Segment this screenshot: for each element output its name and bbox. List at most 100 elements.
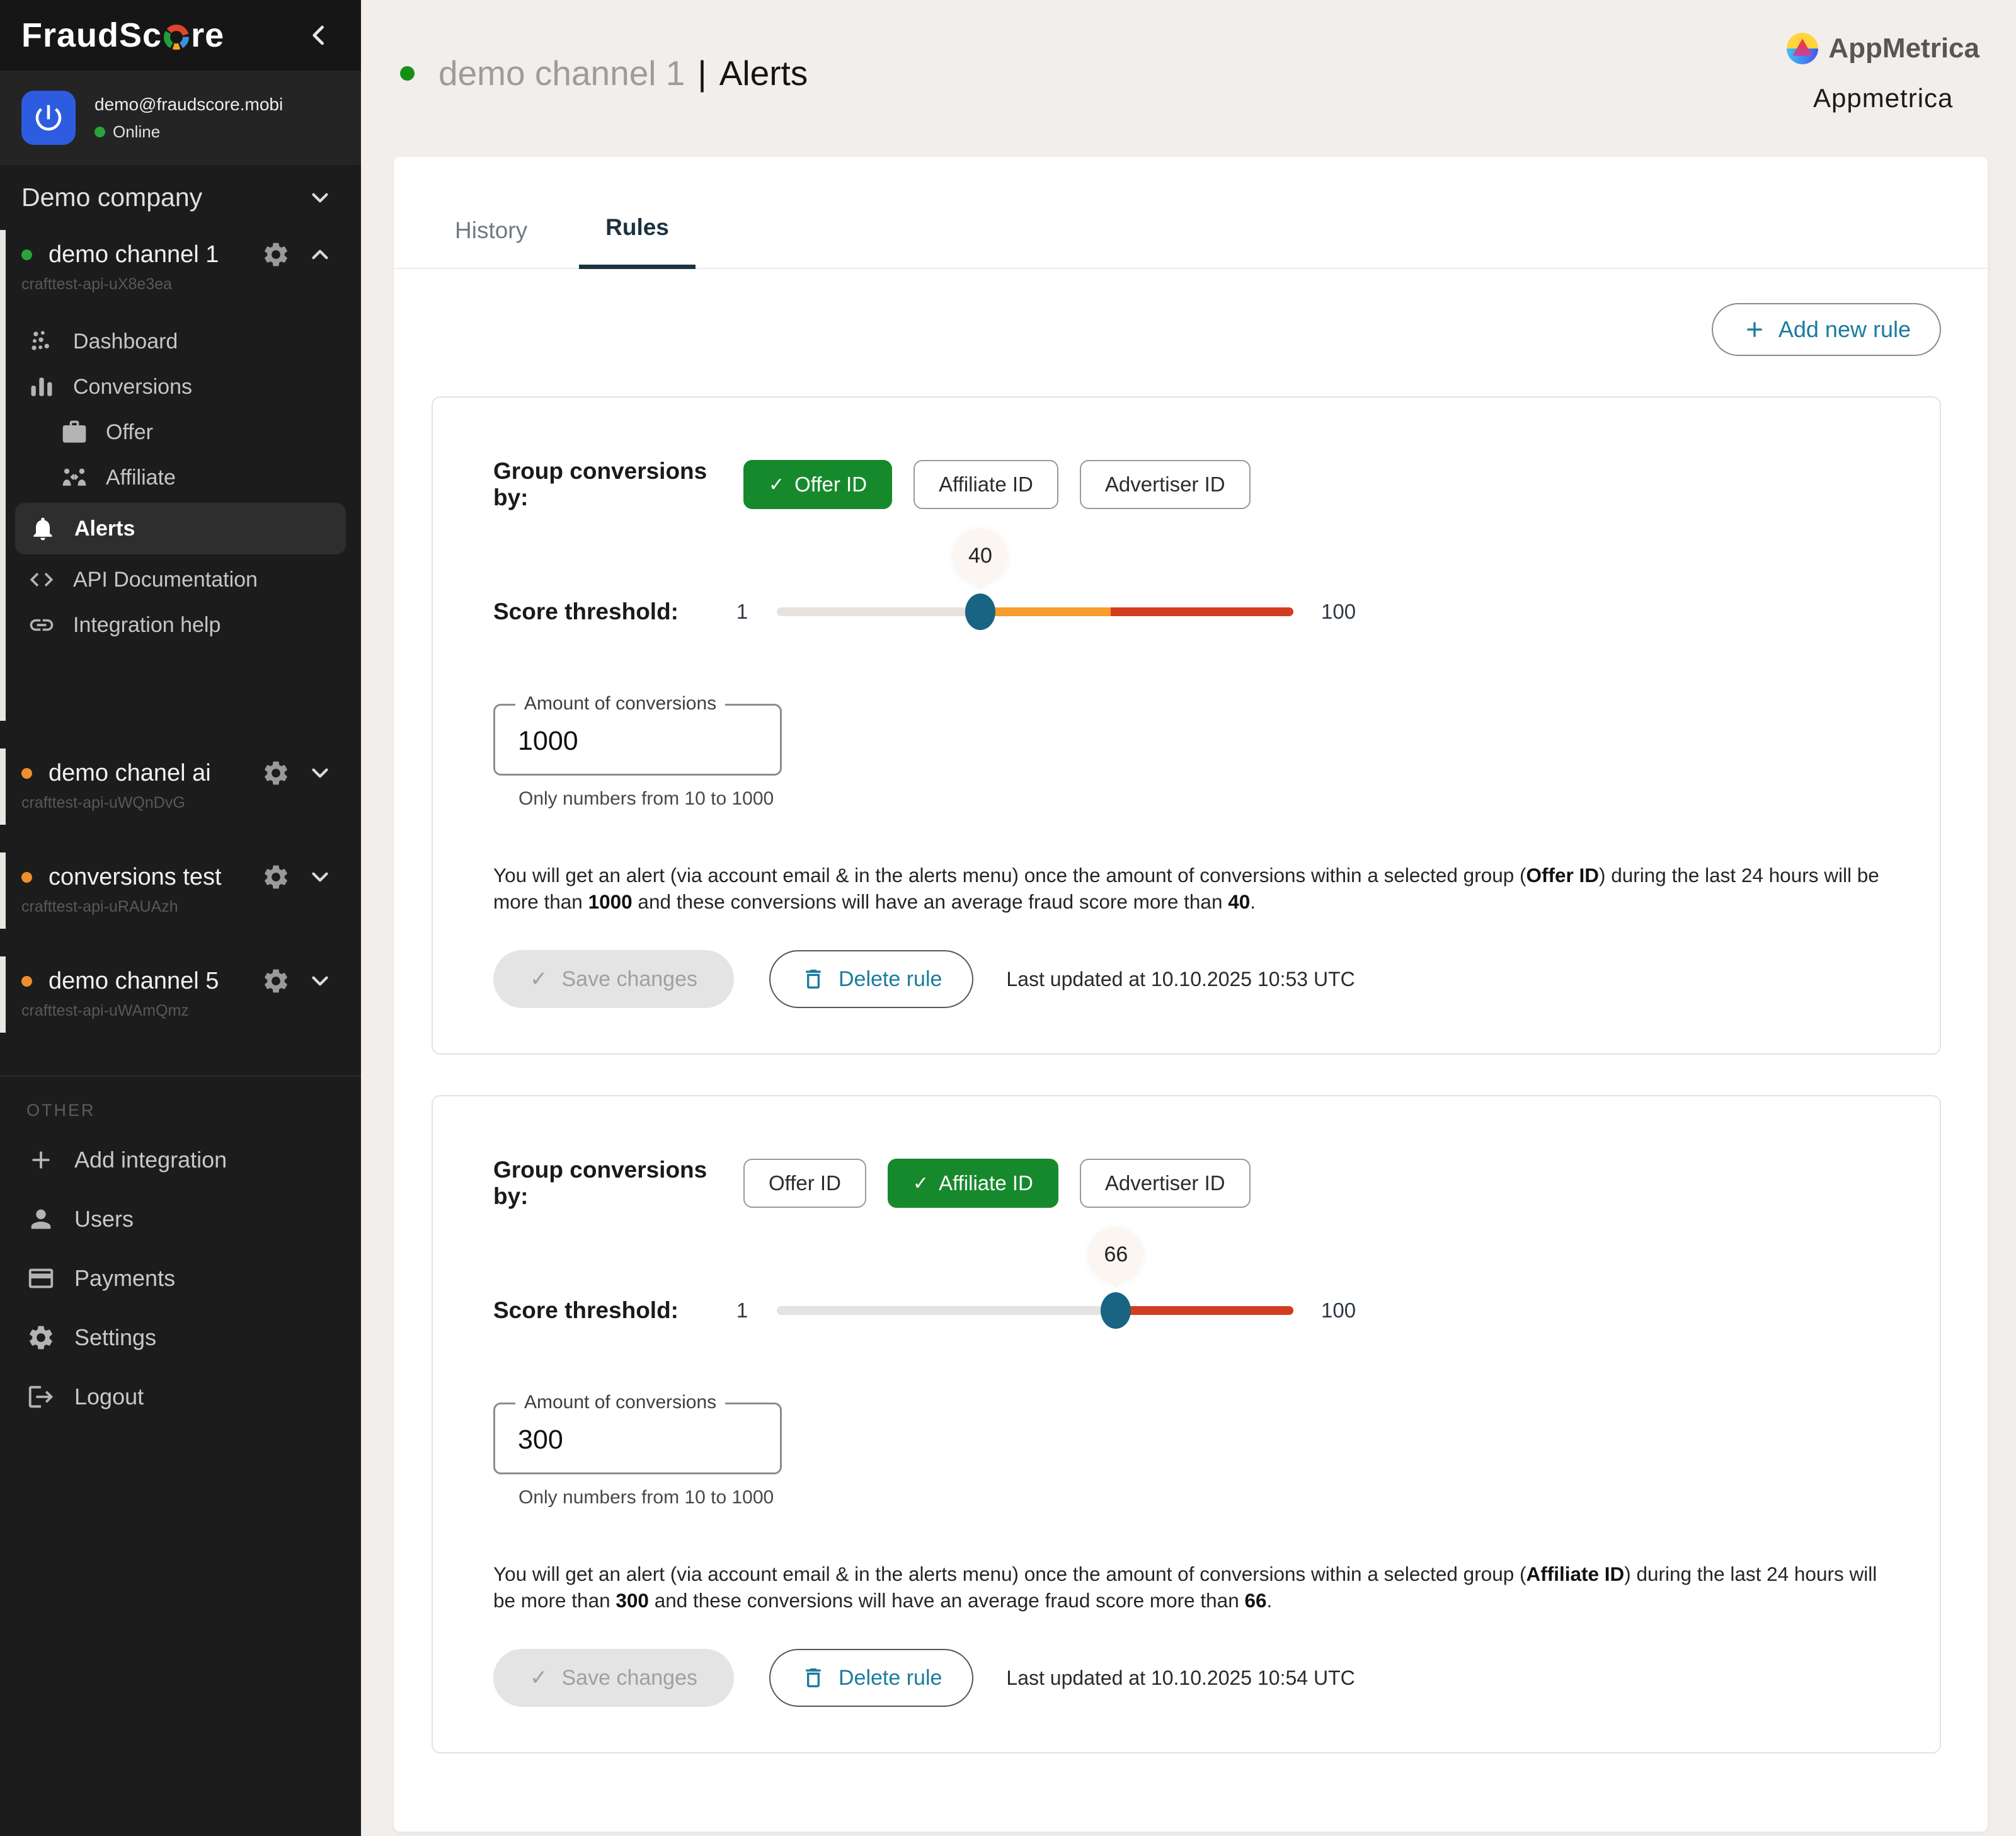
partner-name-label: Appmetrica <box>1787 83 1979 113</box>
online-status-label: Online <box>113 122 160 142</box>
handshake-icon <box>28 611 55 639</box>
slider-red-zone <box>1116 1306 1293 1315</box>
amount-of-conversions-field[interactable]: Amount of conversions 1000 <box>493 704 782 776</box>
group-option-offer-id[interactable]: ✓Offer ID <box>743 460 892 509</box>
channel-header[interactable]: demo channel 1 crafttest-api-uX8e3ea <box>0 240 361 294</box>
check-icon: ✓ <box>913 1173 929 1195</box>
company-selector[interactable]: Demo company <box>0 165 361 227</box>
field-label: Amount of conversions <box>515 1392 725 1413</box>
slider-handle[interactable] <box>965 594 995 630</box>
panel-body: Add new rule Group conversions by: ✓Offe… <box>394 303 1988 1753</box>
sidebar-item-api-documentation[interactable]: API Documentation <box>0 557 361 602</box>
score-tooltip: 40 <box>953 528 1008 583</box>
check-icon: ✓ <box>769 474 784 496</box>
tab-rules[interactable]: Rules <box>579 214 696 269</box>
last-updated-label: Last updated at 10.10.2025 10:54 UTC <box>1006 1667 1354 1690</box>
channel-header[interactable]: conversions test crafttest-api-uRAUAzh <box>0 863 361 916</box>
score-threshold-slider[interactable]: 66 <box>777 1306 1293 1315</box>
score-threshold-slider[interactable]: 40 <box>777 607 1293 616</box>
page-title-pipe: | <box>697 53 706 93</box>
add-new-rule-button[interactable]: Add new rule <box>1712 303 1941 356</box>
save-changes-button[interactable]: ✓Save changes <box>493 1649 734 1707</box>
appmetrica-logo-text: AppMetrica <box>1828 33 1979 64</box>
group-option-affiliate-id[interactable]: ✓Affiliate ID <box>888 1159 1058 1208</box>
sidebar: FraudScre demo@fraudscore.mobi Online De… <box>0 0 361 1836</box>
sidebar-collapse-icon[interactable] <box>306 21 333 49</box>
sidebar-item-dashboard[interactable]: Dashboard <box>0 319 361 364</box>
sidebar-item-integration-help[interactable]: Integration help <box>0 602 361 648</box>
slider-min-label: 1 <box>707 1299 777 1322</box>
channel-api-key: crafttest-api-uX8e3ea <box>21 275 333 294</box>
gear-icon[interactable] <box>261 240 290 269</box>
slider-red-zone <box>1111 607 1293 616</box>
tab-bar: History Rules <box>394 157 1988 269</box>
sidebar-item-users[interactable]: Users <box>0 1190 361 1249</box>
people-icon <box>60 464 88 491</box>
check-icon: ✓ <box>530 967 548 992</box>
group-option-affiliate-id[interactable]: ✓Affiliate ID <box>914 460 1058 509</box>
group-option-advertiser-id[interactable]: ✓Advertiser ID <box>1080 460 1251 509</box>
dashboard-icon <box>28 328 55 355</box>
slider-max-label: 100 <box>1321 1299 1356 1322</box>
chevron-down-icon[interactable] <box>307 760 333 786</box>
alerts-panel: History Rules Add new rule Group convers… <box>394 157 1988 1832</box>
channel-section-demo-channel-1: demo channel 1 crafttest-api-uX8e3ea Das… <box>0 227 361 723</box>
sidebar-item-logout[interactable]: Logout <box>0 1367 361 1426</box>
tab-history[interactable]: History <box>428 217 554 268</box>
plus-icon <box>1742 317 1767 342</box>
score-threshold-label: Score threshold: <box>493 599 707 625</box>
gear-icon[interactable] <box>261 759 290 788</box>
field-helper-text: Only numbers from 10 to 1000 <box>518 1487 1879 1508</box>
chevron-up-icon[interactable] <box>307 241 333 268</box>
brand-text-start: FraudSc <box>21 16 162 55</box>
group-by-label: Group conversions by: <box>493 1157 722 1210</box>
channel-status-dot <box>400 66 415 81</box>
channel-status-dot <box>21 250 32 260</box>
delete-rule-button[interactable]: Delete rule <box>769 950 973 1008</box>
online-status-dot <box>94 127 105 137</box>
channel-header[interactable]: demo channel 5 crafttest-api-uWAmQmz <box>0 967 361 1020</box>
sidebar-item-settings[interactable]: Settings <box>0 1308 361 1367</box>
sidebar-item-conversions[interactable]: Conversions <box>0 364 361 410</box>
bell-icon <box>29 515 57 542</box>
sidebar-item-payments[interactable]: Payments <box>0 1249 361 1308</box>
amount-of-conversions-field[interactable]: Amount of conversions 300 <box>493 1403 782 1474</box>
channel-api-key: crafttest-api-uRAUAzh <box>21 898 333 916</box>
channel-status-dot <box>21 872 32 883</box>
sidebar-item-add-integration[interactable]: Add integration <box>0 1130 361 1190</box>
sidebar-item-affiliate[interactable]: Affiliate <box>0 455 361 500</box>
gear-icon[interactable] <box>261 863 290 892</box>
user-info: demo@fraudscore.mobi Online <box>94 95 283 142</box>
slider-max-label: 100 <box>1321 600 1356 624</box>
gear-icon <box>26 1323 55 1352</box>
credit-card-icon <box>26 1264 55 1293</box>
delete-rule-button[interactable]: Delete rule <box>769 1649 973 1707</box>
channel-api-key: crafttest-api-uWQnDvG <box>21 794 333 812</box>
code-icon <box>28 566 55 594</box>
save-changes-button[interactable]: ✓Save changes <box>493 950 734 1008</box>
chevron-down-icon[interactable] <box>307 968 333 994</box>
chevron-down-icon[interactable] <box>307 864 333 890</box>
chevron-down-icon[interactable] <box>307 185 333 211</box>
channel-name: conversions test <box>49 864 245 891</box>
group-option-advertiser-id[interactable]: ✓Advertiser ID <box>1080 1159 1251 1208</box>
check-icon: ✓ <box>530 1665 548 1690</box>
field-helper-text: Only numbers from 10 to 1000 <box>518 788 1879 810</box>
sidebar-item-alerts[interactable]: Alerts <box>15 503 346 554</box>
channel-header[interactable]: demo chanel ai crafttest-api-uWQnDvG <box>0 759 361 812</box>
channel-name: demo channel 5 <box>49 968 245 995</box>
brand-logo[interactable]: FraudScre <box>21 16 224 55</box>
group-option-offer-id[interactable]: ✓Offer ID <box>743 1159 866 1208</box>
gear-icon[interactable] <box>261 967 290 995</box>
partner-branding: AppMetrica Appmetrica <box>1787 33 1979 113</box>
slider-handle[interactable] <box>1101 1292 1131 1329</box>
rule-description: You will get an alert (via account email… <box>493 863 1879 915</box>
last-updated-label: Last updated at 10.10.2025 10:53 UTC <box>1006 968 1354 991</box>
page-header: demo channel 1 | Alerts AppMetrica Appme… <box>361 0 2016 157</box>
app-root: FraudScre demo@fraudscore.mobi Online De… <box>0 0 2016 1836</box>
sidebar-item-offer[interactable]: Offer <box>0 410 361 455</box>
group-by-label: Group conversions by: <box>493 458 722 511</box>
rule-description: You will get an alert (via account email… <box>493 1561 1879 1614</box>
slider-min-label: 1 <box>707 600 777 624</box>
user-profile[interactable]: demo@fraudscore.mobi Online <box>0 71 361 165</box>
